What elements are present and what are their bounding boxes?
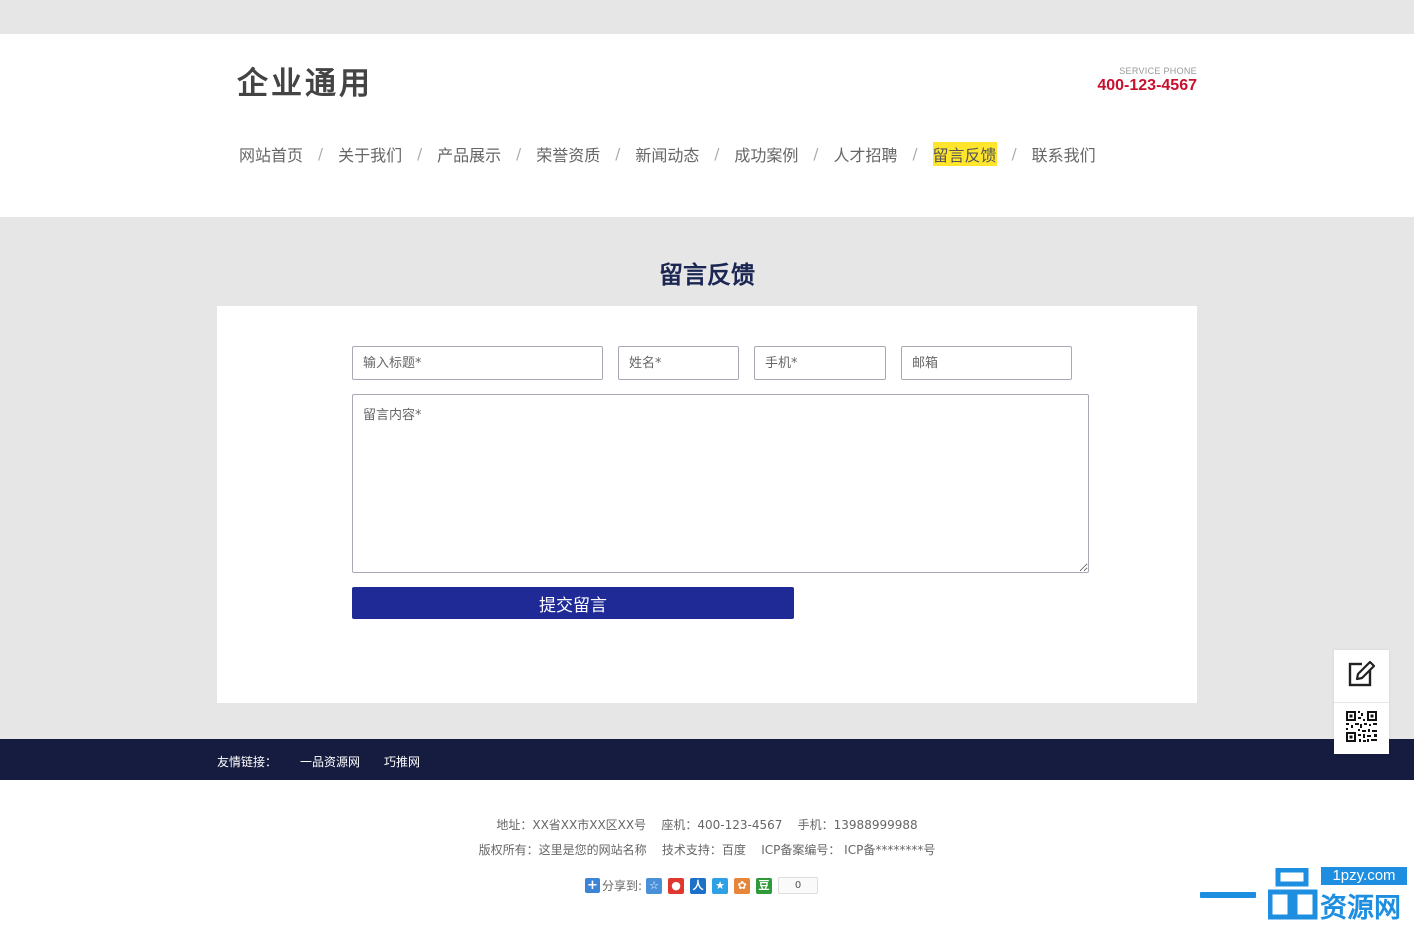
footer-copyright-line: 版权所有：这里是您的网站名称 技术支持：百度 ICP备案编号： ICP备****… (478, 843, 936, 857)
top-strip (0, 0, 1414, 34)
share-label: 分享到: (602, 879, 643, 893)
footer-address-line: 地址：XX省XX市XX区XX号 座机：400-123-4567 手机：13988… (496, 818, 918, 832)
nav-item-news[interactable]: 新闻动态 (635, 142, 699, 166)
share-count: 0 (778, 877, 819, 894)
weibo-icon[interactable]: ● (668, 877, 685, 894)
nav-separator: / (1011, 145, 1017, 163)
nav-item-home[interactable]: 网站首页 (239, 142, 303, 166)
nav-separator: / (417, 145, 423, 163)
service-phone-number: 400-123-4567 (1097, 77, 1197, 94)
feedback-form: 提交留言 (217, 306, 1197, 703)
watermark-tag: 1pzy.com (1321, 867, 1407, 885)
service-phone-label: SERVICE PHONE (1119, 66, 1197, 76)
nav-separator: / (714, 145, 720, 163)
friend-links-bar: 友情链接： 一品资源网 巧推网 (0, 739, 1414, 780)
service-phone-block: SERVICE PHONE 400-123-4567 (1097, 66, 1197, 95)
message-textarea[interactable] (352, 394, 1089, 573)
nav-separator: / (813, 145, 819, 163)
nav-separator: / (516, 145, 522, 163)
nav-item-honors[interactable]: 荣誉资质 (536, 142, 600, 166)
watermark-text: 资源网 (1320, 893, 1401, 924)
nav-item-products[interactable]: 产品展示 (437, 142, 501, 166)
renren-icon[interactable]: 人 (690, 877, 707, 894)
friend-links-label: 友情链接： (217, 755, 278, 769)
douban-icon[interactable]: 豆 (756, 877, 773, 894)
nav-separator: / (615, 145, 621, 163)
title-input[interactable] (352, 346, 603, 380)
friend-link-qiaotui[interactable]: 巧推网 (384, 753, 420, 770)
share-plus-icon[interactable]: + (585, 878, 600, 893)
main-nav: 网站首页 / 关于我们 / 产品展示 / 荣誉资质 / 新闻动态 / 成功案例 … (239, 142, 1096, 166)
qzone-icon[interactable]: ☆ (646, 877, 663, 894)
edit-icon[interactable] (1334, 650, 1389, 702)
submit-button[interactable]: 提交留言 (352, 587, 794, 619)
share-bar: + 分享到: ☆ ● 人 ★ ✿ 豆 0 (585, 877, 819, 894)
nav-separator: / (318, 145, 324, 163)
name-input[interactable] (618, 346, 739, 380)
qrcode-icon[interactable] (1334, 703, 1389, 755)
page-title: 留言反馈 (659, 261, 755, 289)
watermark-dash (1200, 892, 1256, 898)
tencent-weibo-icon[interactable]: ✿ (734, 877, 751, 894)
email-input[interactable] (901, 346, 1072, 380)
site-header: 企业通用 SERVICE PHONE 400-123-4567 网站首页 / 关… (0, 34, 1414, 217)
nav-item-feedback[interactable]: 留言反馈 (932, 142, 997, 166)
nav-item-cases[interactable]: 成功案例 (734, 142, 798, 166)
floating-toolbar (1334, 650, 1389, 754)
phone-input[interactable] (754, 346, 886, 380)
nav-separator: / (912, 145, 918, 163)
watermark-logo: 1pzy.com 资源网 (1200, 866, 1412, 924)
nav-item-contact[interactable]: 联系我们 (1032, 142, 1096, 166)
qq-icon[interactable]: ★ (712, 877, 729, 894)
nav-item-about[interactable]: 关于我们 (338, 142, 402, 166)
site-logo[interactable]: 企业通用 (237, 58, 373, 103)
watermark-pin-icon (1268, 868, 1318, 920)
friend-link-1pzy[interactable]: 一品资源网 (300, 753, 360, 770)
nav-item-jobs[interactable]: 人才招聘 (833, 142, 897, 166)
